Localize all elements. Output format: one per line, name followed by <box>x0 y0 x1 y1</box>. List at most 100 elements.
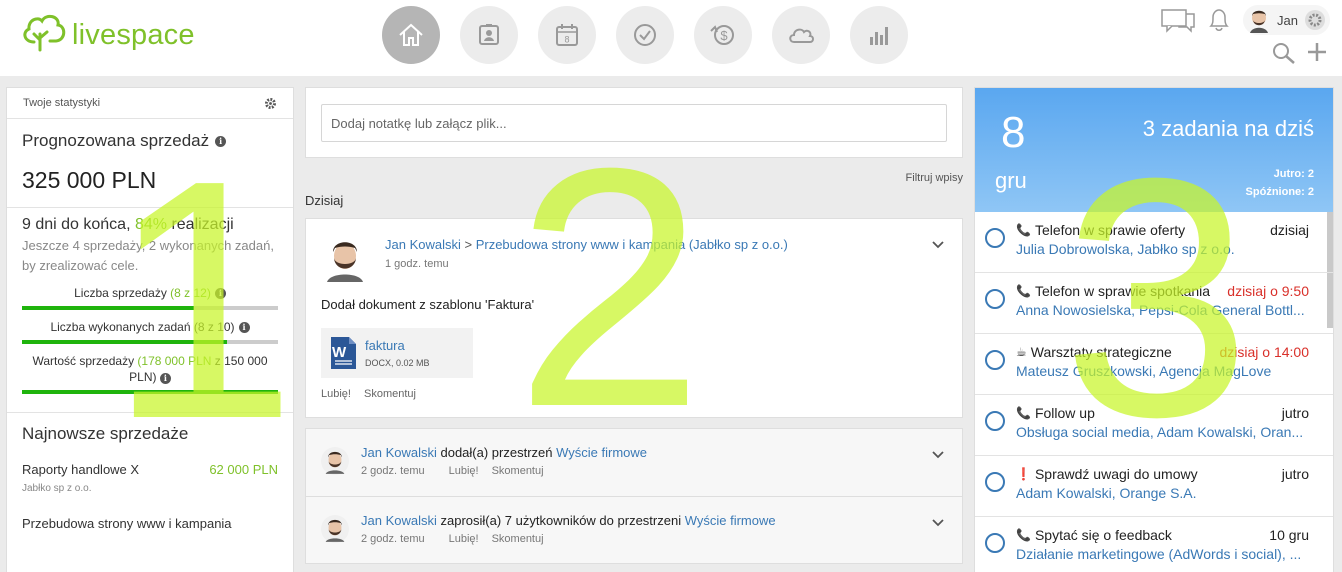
comment-button[interactable]: Skomentuj <box>492 533 544 545</box>
tree-logo-icon <box>23 14 66 52</box>
author-link[interactable]: Jan Kowalski <box>361 445 437 460</box>
exclamation-icon: ❗ <box>1016 467 1031 481</box>
chat-icon[interactable] <box>1161 7 1195 33</box>
author-link[interactable]: Jan Kowalski <box>361 513 437 528</box>
task-checkbox[interactable] <box>985 289 1005 309</box>
phone-icon: 📞 <box>1016 406 1031 420</box>
progress-fill <box>22 306 194 310</box>
task-title[interactable]: Follow up <box>1035 405 1095 421</box>
task-links[interactable]: Anna Nowosielska, Pepsi-Cola General Bot… <box>1016 302 1306 318</box>
info-icon[interactable]: i <box>159 373 171 384</box>
task-title[interactable]: Warsztaty strategiczne <box>1031 344 1172 360</box>
bar-chart-icon <box>870 27 888 45</box>
post-time: 1 godz. temu <box>385 258 449 270</box>
nav-deals-button[interactable]: $ <box>694 6 752 64</box>
today-day: 8 <box>1001 108 1026 157</box>
task-checkbox[interactable] <box>985 350 1005 370</box>
user-name: Jan <box>1277 12 1298 28</box>
task-item[interactable]: ❗ Sprawdź uwagi do umowy jutro Adam Kowalsk… <box>975 456 1333 517</box>
chevron-down-icon[interactable] <box>932 519 944 527</box>
plus-icon[interactable] <box>1306 41 1328 63</box>
nav-home-button[interactable] <box>382 6 440 64</box>
feed-list: Jan Kowalski dodał(a) przestrzeń Wyście … <box>305 428 963 564</box>
comment-button[interactable]: Skomentuj <box>492 465 544 477</box>
phone-icon: 📞 <box>1016 528 1031 542</box>
like-button[interactable]: Lubię! <box>321 388 351 400</box>
feed-item: Jan Kowalski dodał(a) przestrzeń Wyście … <box>306 429 962 496</box>
bell-icon[interactable] <box>1207 7 1231 33</box>
task-item[interactable]: 📞 Follow up jutro Obsługa social media, Ada… <box>975 395 1333 456</box>
nav-contacts-button[interactable] <box>460 6 518 64</box>
activity-feed: Filtruj wpisy Dzisiaj Jan Kowalski > Prz… <box>305 87 963 564</box>
info-icon[interactable]: i <box>214 287 226 299</box>
task-checkbox[interactable] <box>985 411 1005 431</box>
tasks-today-title[interactable]: 3 zadania na dziś <box>1143 116 1314 142</box>
word-document-icon: W <box>331 337 356 369</box>
phone-icon: 📞 <box>1016 223 1031 237</box>
deal-link[interactable]: Przebudowa strony www i kampania (Jabłko… <box>476 237 788 252</box>
progress-fill <box>22 390 278 394</box>
gear-icon[interactable] <box>1304 9 1326 31</box>
task-title[interactable]: Telefon w sprawie oferty <box>1035 222 1185 238</box>
settings-gear-icon[interactable] <box>264 97 277 110</box>
chevron-down-icon[interactable] <box>932 451 944 459</box>
task-links[interactable]: Julia Dobrowolska, Jabłko sp z o.o. <box>1016 241 1306 257</box>
logo[interactable]: livespace <box>20 12 195 52</box>
task-title[interactable]: Sprawdź uwagi do umowy <box>1035 466 1198 482</box>
sales-count-bar: Liczba sprzedaży (8 z 12) i <box>22 285 278 310</box>
note-card <box>305 87 963 158</box>
svg-text:$: $ <box>720 28 728 43</box>
task-date: jutro <box>1281 466 1309 482</box>
coffee-icon: ☕ <box>1016 345 1027 359</box>
task-checkbox[interactable] <box>985 472 1005 492</box>
nav-reports-button[interactable] <box>850 6 908 64</box>
task-links[interactable]: Obsługa social media, Adam Kowalski, Ora… <box>1016 424 1306 440</box>
nav-calendar-button[interactable]: 8 <box>538 6 596 64</box>
author-link[interactable]: Jan Kowalski <box>385 237 461 252</box>
like-button[interactable]: Lubię! <box>449 533 479 545</box>
tasks-late-count[interactable]: Spóźnione: 2 <box>1246 186 1314 198</box>
nav-tasks-button[interactable] <box>616 6 674 64</box>
task-date: dzisiaj o 14:00 <box>1219 344 1309 360</box>
task-title[interactable]: Spytać się o feedback <box>1035 527 1172 543</box>
task-title[interactable]: Telefon w sprawie spotkania <box>1035 283 1210 299</box>
chevron-down-icon[interactable] <box>932 241 944 249</box>
money-cycle-icon: $ <box>710 25 734 45</box>
tasks-tomorrow-count[interactable]: Jutro: 2 <box>1274 168 1314 180</box>
like-button[interactable]: Lubię! <box>449 465 479 477</box>
task-item[interactable]: 📞 Spytać się o feedback 10 gru Działanie ma… <box>975 517 1333 572</box>
days-left-text: 9 dni do końca, 84% realizacji <box>22 216 234 233</box>
nav-cloud-button[interactable] <box>772 6 830 64</box>
feed-item: Jan Kowalski zaprosił(a) 7 użytkowników … <box>306 496 962 563</box>
sale-item[interactable]: Raporty handlowe X 62 000 PLN <box>22 462 278 477</box>
comment-button[interactable]: Skomentuj <box>364 388 416 400</box>
info-icon[interactable]: i <box>215 135 227 147</box>
top-bar: livespace 8 $ Jan <box>0 0 1342 76</box>
task-date: 10 gru <box>1269 527 1309 543</box>
avatar <box>321 447 349 475</box>
file-name[interactable]: faktura <box>365 338 430 353</box>
today-month: gru <box>995 168 1027 193</box>
task-date: dzisiaj o 9:50 <box>1227 283 1309 299</box>
stats-header-title: Twoje statystyki <box>23 97 101 109</box>
task-item[interactable]: 📞 Telefon w sprawie oferty dzisiaj Julia Do… <box>975 212 1333 273</box>
search-icon[interactable] <box>1272 41 1296 65</box>
task-item[interactable]: ☕ Warsztaty strategiczne dzisiaj o 14:00 Ma… <box>975 334 1333 395</box>
task-links[interactable]: Adam Kowalski, Orange S.A. <box>1016 485 1306 501</box>
task-links[interactable]: Mateusz Gruszkowski, Agencja MagLove <box>1016 363 1306 379</box>
space-link[interactable]: Wyście firmowe <box>685 513 776 528</box>
sales-value-bar: Wartość sprzedaży (178 000 PLN z 150 000… <box>22 353 278 394</box>
task-checkbox[interactable] <box>985 228 1005 248</box>
tasks-summary: 8 gru 3 zadania na dziś Jutro: 2 Spóźnio… <box>975 88 1333 212</box>
info-icon[interactable]: i <box>238 321 250 333</box>
post-body: Dodał dokument z szablonu 'Faktura' <box>321 297 535 312</box>
filter-link[interactable]: Filtruj wpisy <box>305 172 963 184</box>
sale-item[interactable]: Przebudowa strony www i kampania <box>22 516 278 531</box>
note-input[interactable] <box>321 104 947 142</box>
attachment[interactable]: W faktura DOCX, 0.02 MB <box>321 328 473 378</box>
user-menu[interactable]: Jan <box>1243 5 1330 35</box>
space-link[interactable]: Wyście firmowe <box>556 445 647 460</box>
task-links[interactable]: Działanie marketingowe (AdWords i social… <box>1016 546 1306 562</box>
task-checkbox[interactable] <box>985 533 1005 553</box>
task-item[interactable]: 📞 Telefon w sprawie spotkania dzisiaj o 9:… <box>975 273 1333 334</box>
